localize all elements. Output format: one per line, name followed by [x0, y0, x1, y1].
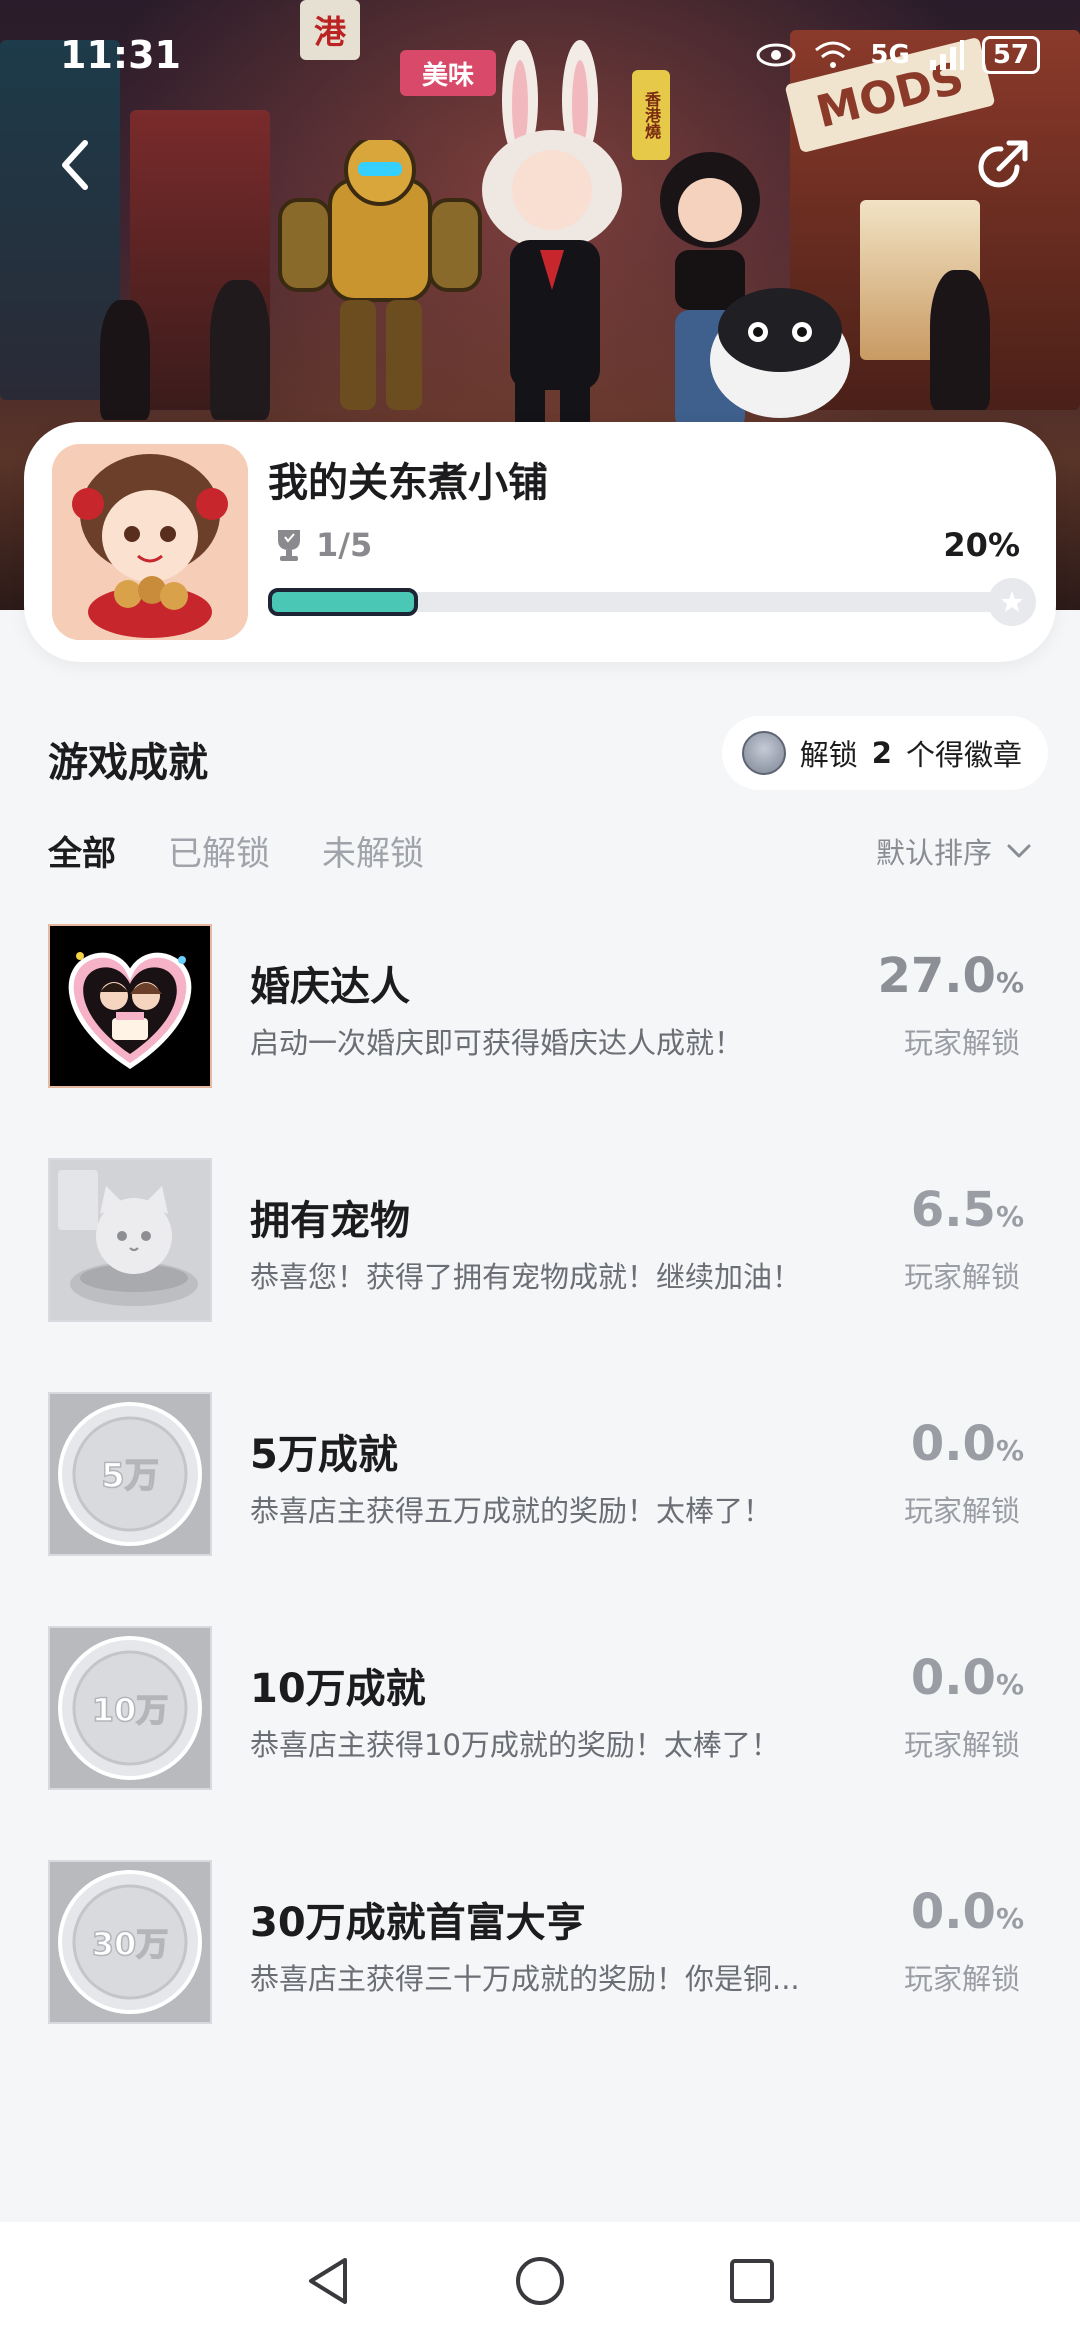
badge-icon	[741, 731, 786, 775]
wifi-icon	[815, 41, 852, 68]
chevron-down-icon	[1007, 844, 1031, 858]
shop-card: 我的关东煮小铺 1/5 20%	[24, 422, 1056, 662]
progress-goal-marker	[988, 578, 1036, 626]
unlock-rate-label: 玩家解锁	[903, 1494, 1020, 1528]
unlock-rate-unit: %	[995, 1902, 1024, 1935]
achievement-item[interactable]: 拥有宠物 恭喜您！获得了拥有宠物成就！继续加油！ 6.5% 玩家解锁	[0, 1154, 1080, 1324]
share-icon	[978, 140, 1028, 188]
unlock-rate-label: 玩家解锁	[903, 1728, 1020, 1762]
achievement-desc: 恭喜店主获得10万成就的奖励！太棒了！	[250, 1728, 780, 1762]
shop-avatar	[52, 444, 248, 640]
unlock-rate-label: 玩家解锁	[903, 1260, 1020, 1294]
coin-30w-icon: 30万	[48, 1860, 212, 2024]
coin-10w-icon: 10万	[48, 1626, 212, 1790]
unlock-rate: 0.0%	[911, 1884, 1024, 1940]
unlock-rate: 0.0%	[911, 1416, 1024, 1472]
achievement-desc: 启动一次婚庆即可获得婚庆达人成就！	[250, 1026, 744, 1060]
unlock-badge-pill[interactable]: 解锁 2 个得徽章	[721, 716, 1048, 790]
achievement-desc: 恭喜店主获得五万成就的奖励！太棒了！	[250, 1494, 773, 1528]
unlock-rate-value: 0.0	[910, 1884, 996, 1940]
sort-label: 默认排序	[875, 836, 992, 870]
unlock-rate-value: 0.0	[910, 1650, 996, 1706]
panda-mascot	[710, 288, 850, 418]
share-button[interactable]	[966, 132, 1036, 202]
unlock-rate-label: 玩家解锁	[903, 1962, 1020, 1996]
crowd-person	[210, 280, 270, 420]
achievement-title: 婚庆达人	[250, 964, 410, 1010]
battery-indicator: 57	[981, 36, 1040, 74]
battery-level: 57	[992, 40, 1029, 70]
coin-label: 10万	[92, 1691, 169, 1729]
tab-all[interactable]: 全部	[48, 826, 116, 875]
filter-tabs: 全部 已解锁 未解锁	[48, 826, 424, 875]
achievement-title: 拥有宠物	[250, 1198, 410, 1244]
progress-percent: 20%	[943, 526, 1020, 564]
achievement-item[interactable]: 10万 10万成就 恭喜店主获得10万成就的奖励！太棒了！ 0.0% 玩家解锁	[0, 1622, 1080, 1792]
shop-girl-avatar-icon	[52, 444, 248, 640]
achievement-desc: 恭喜您！获得了拥有宠物成就！继续加油！	[250, 1260, 802, 1294]
unlock-pill-count: 2	[871, 736, 892, 770]
unlock-rate: 27.0%	[878, 948, 1025, 1004]
star-icon	[1001, 591, 1023, 612]
unlock-rate: 0.0%	[911, 1650, 1024, 1706]
unlock-rate-value: 27.0	[877, 948, 996, 1004]
crowd-person	[930, 270, 990, 410]
unlock-rate-unit: %	[995, 1200, 1024, 1233]
robot-character	[278, 140, 482, 410]
unlock-rate-value: 6.5	[910, 1182, 996, 1238]
coin-label: 30万	[92, 1925, 169, 1963]
achievement-title: 10万成就	[250, 1666, 426, 1712]
back-button[interactable]	[40, 130, 110, 200]
crowd-person	[100, 300, 150, 420]
achievement-desc: 恭喜店主获得三十万成就的奖励！你是铜...	[250, 1962, 800, 1996]
unlock-rate-label: 玩家解锁	[903, 1026, 1020, 1060]
coin-label: 5万	[101, 1456, 159, 1496]
pet-cat-icon	[48, 1158, 212, 1322]
eye-icon	[756, 43, 796, 67]
achievement-progress-count: 1/5	[274, 526, 372, 564]
achievement-item[interactable]: 30万 30万成就首富大亨 恭喜店主获得三十万成就的奖励！你是铜... 0.0%…	[0, 1856, 1080, 2026]
status-time: 11:31	[60, 33, 181, 77]
progress-count-text: 1/5	[316, 526, 373, 564]
chevron-left-icon	[62, 140, 88, 190]
network-label: 5G	[870, 40, 910, 70]
bunny-girl-character	[482, 40, 622, 430]
coin-5w-icon: 5万	[48, 1392, 212, 1556]
achievement-item[interactable]: 婚庆达人 启动一次婚庆即可获得婚庆达人成就！ 27.0% 玩家解锁	[0, 920, 1080, 1090]
wedding-couple-icon	[48, 924, 212, 1088]
achievement-title: 5万成就	[250, 1432, 398, 1478]
nav-recents-icon[interactable]	[727, 2256, 777, 2306]
progress-bar	[268, 578, 1036, 626]
unlock-rate-unit: %	[995, 966, 1024, 999]
status-bar: 11:31 5G 57	[60, 30, 1040, 80]
signal-icon	[929, 40, 964, 70]
shop-title: 我的关东煮小铺	[268, 460, 548, 506]
unlock-pill-prefix: 解锁	[799, 738, 858, 772]
nav-home-icon[interactable]	[513, 2254, 567, 2308]
unlock-rate-value: 0.0	[910, 1416, 996, 1472]
achievement-item[interactable]: 5万 5万成就 恭喜店主获得五万成就的奖励！太棒了！ 0.0% 玩家解锁	[0, 1388, 1080, 1558]
system-navigation-bar	[0, 2222, 1080, 2340]
tab-locked[interactable]: 未解锁	[322, 826, 424, 875]
unlock-pill-suffix: 个得徽章	[905, 738, 1022, 772]
unlock-rate-unit: %	[995, 1434, 1024, 1467]
unlock-rate: 6.5%	[911, 1182, 1024, 1238]
tab-unlocked[interactable]: 已解锁	[168, 826, 270, 875]
status-icons: 5G 57	[756, 36, 1040, 74]
progress-bar-fill	[268, 588, 418, 616]
unlock-rate-unit: %	[995, 1668, 1024, 1701]
nav-back-icon[interactable]	[303, 2254, 353, 2308]
trophy-icon	[278, 530, 300, 561]
achievement-title: 30万成就首富大亨	[250, 1900, 586, 1946]
section-title: 游戏成就	[48, 740, 208, 786]
sort-dropdown[interactable]: 默认排序	[876, 830, 1032, 872]
